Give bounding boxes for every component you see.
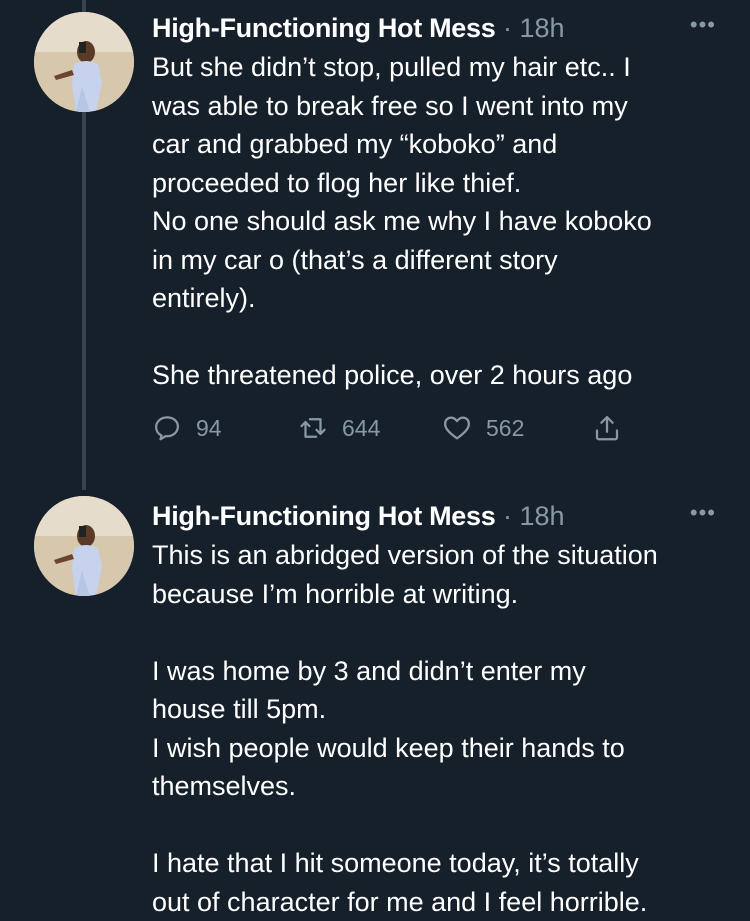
tweet-line: She threatened police, over 2 hours ago (152, 356, 732, 395)
timestamp[interactable]: 18h (520, 501, 565, 531)
share-button[interactable] (592, 404, 622, 452)
tweet-line: I wish people would keep their hands to (152, 729, 732, 768)
tweet-header: High-Functioning Hot Mess · 18h ••• (152, 8, 750, 48)
reply-count: 94 (196, 415, 222, 442)
tweet-line: No one should ask me why I have koboko (152, 202, 732, 241)
tweet-line: car and grabbed my “koboko” and (152, 125, 732, 164)
more-options-icon[interactable]: ••• (690, 8, 716, 42)
avatar-image (34, 496, 134, 596)
avatar-image (34, 12, 134, 112)
paragraph-gap (152, 318, 732, 357)
tweet-line: house till 5pm. (152, 690, 732, 729)
retweet-icon (298, 413, 328, 443)
tweet-header: High-Functioning Hot Mess · 18h ••• (152, 496, 750, 536)
tweet-line: entirely). (152, 279, 732, 318)
tweet-line: because I’m horrible at writing. (152, 575, 732, 614)
avatar[interactable] (34, 12, 134, 112)
heart-icon (442, 413, 472, 443)
tweet-line: I was home by 3 and didn’t enter my (152, 652, 732, 691)
like-count: 562 (486, 415, 524, 442)
avatar[interactable] (34, 496, 134, 596)
paragraph-gap (152, 806, 732, 845)
tweet-text: This is an abridged version of the situa… (152, 536, 732, 921)
tweet-actions: 94 644 562 (152, 404, 712, 452)
retweet-button[interactable]: 644 (298, 404, 380, 452)
separator-dot: · (503, 13, 512, 43)
paragraph-gap (152, 613, 732, 652)
tweet-line: in my car o (that’s a different story (152, 241, 732, 280)
timestamp[interactable]: 18h (520, 13, 565, 43)
tweet-line: This is an abridged version of the situa… (152, 536, 732, 575)
tweet-line: But she didn’t stop, pulled my hair etc.… (152, 48, 732, 87)
share-icon (592, 413, 622, 443)
author-name[interactable]: High-Functioning Hot Mess (152, 13, 495, 43)
like-button[interactable]: 562 (442, 404, 524, 452)
tweet-line: was able to break free so I went into my (152, 87, 732, 126)
tweet-line: out of character for me and I feel horri… (152, 883, 732, 921)
retweet-count: 644 (342, 415, 380, 442)
reply-button[interactable]: 94 (152, 404, 222, 452)
reply-icon (152, 413, 182, 443)
tweet-text: But she didn’t stop, pulled my hair etc.… (152, 48, 732, 395)
author-name[interactable]: High-Functioning Hot Mess (152, 501, 495, 531)
separator-dot: · (503, 501, 512, 531)
tweet-line: proceeded to flog her like thief. (152, 164, 732, 203)
tweet-line: themselves. (152, 767, 732, 806)
more-options-icon[interactable]: ••• (690, 496, 716, 530)
tweet-line: I hate that I hit someone today, it’s to… (152, 844, 732, 883)
